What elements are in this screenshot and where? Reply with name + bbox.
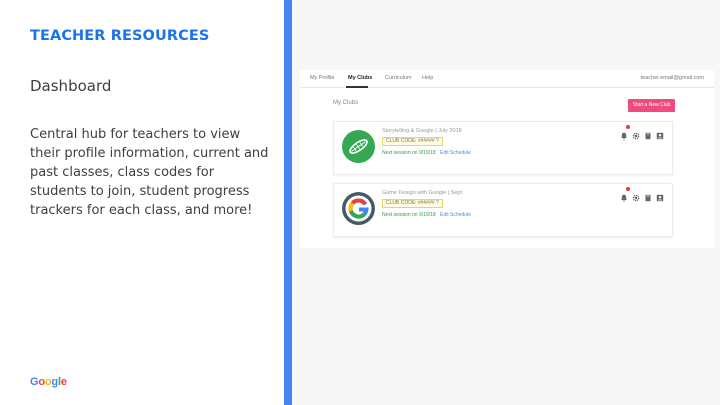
notification-badge xyxy=(626,187,630,191)
bell-icon[interactable] xyxy=(620,187,630,202)
next-session-text: Next session on 9/19/18 xyxy=(382,150,436,156)
edit-schedule-link[interactable]: Edit Schedule xyxy=(440,150,471,156)
club-code-badge: CLUB CODE: ###### ? xyxy=(382,137,443,146)
gear-icon[interactable] xyxy=(632,189,640,202)
club-card[interactable]: Game Design with Google | Sept CLUB CODE… xyxy=(333,183,673,237)
logo-letter: e xyxy=(60,376,67,388)
slide-text-panel: TEACHER RESOURCES Dashboard Central hub … xyxy=(0,0,284,405)
club-card[interactable]: Storytelling & Google | July 2018 CLUB C… xyxy=(333,121,673,175)
book-icon[interactable] xyxy=(644,127,652,140)
page-title: My Clubs xyxy=(333,100,359,106)
account-email[interactable]: teacher.email@gmail.com xyxy=(641,75,704,81)
clubs-page: My Clubs Start a New Club Storytelling &… xyxy=(300,88,714,248)
club-actions xyxy=(620,187,664,202)
accent-divider xyxy=(284,0,292,405)
person-icon[interactable] xyxy=(656,127,664,140)
club-actions xyxy=(620,125,664,140)
person-icon[interactable] xyxy=(656,189,664,202)
edit-schedule-link[interactable]: Edit Schedule xyxy=(440,212,471,218)
club-name[interactable]: Game Design with Google | Sept xyxy=(382,190,462,196)
nav-my-profile[interactable]: My Profile xyxy=(310,75,334,81)
nav-help[interactable]: Help xyxy=(422,75,433,81)
dashboard-screenshot: My Profile My Clubs Curriculum Help teac… xyxy=(292,0,720,405)
google-logo: Google xyxy=(30,376,67,388)
bell-icon[interactable] xyxy=(620,125,630,140)
book-icon[interactable] xyxy=(644,189,652,202)
slide-description: Central hub for teachers to view their p… xyxy=(30,127,269,218)
start-new-club-button[interactable]: Start a New Club xyxy=(628,99,675,112)
next-session-text: Next session on 9/19/18 xyxy=(382,212,436,218)
top-navbar: My Profile My Clubs Curriculum Help teac… xyxy=(300,70,714,88)
section-kicker: TEACHER RESOURCES xyxy=(30,28,210,44)
nav-curriculum[interactable]: Curriculum xyxy=(385,75,412,81)
notification-badge xyxy=(626,125,630,129)
gear-icon[interactable] xyxy=(632,127,640,140)
club-name[interactable]: Storytelling & Google | July 2018 xyxy=(382,128,462,134)
club-code-badge: CLUB CODE: ###### ? xyxy=(382,199,443,208)
nav-my-clubs[interactable]: My Clubs xyxy=(348,75,372,81)
google-g-icon xyxy=(342,192,375,225)
slide-subheading: Dashboard xyxy=(30,77,112,95)
leaf-pen-icon xyxy=(342,130,375,163)
